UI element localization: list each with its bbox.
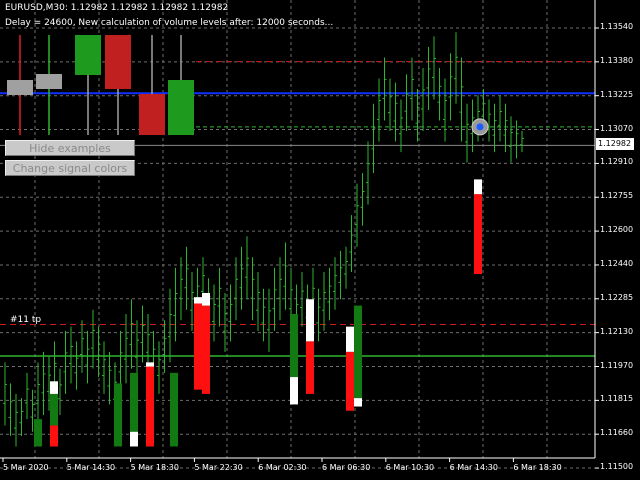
neutral-signal-segment [130,431,138,447]
sell-signal-segment [474,194,482,275]
neutral-signal-segment [202,292,210,306]
neutral-signal-segment [346,326,354,352]
example-candle-body [105,35,131,89]
current-price-label: 1.12982 [596,138,634,150]
buy-signal-segment [170,372,178,447]
price-chart[interactable] [0,0,640,480]
neutral-signal-segment [354,398,362,407]
price-axis-label: 1.12910 [600,157,634,167]
delay-header: Delay = 24600, New calculation of volume… [5,18,334,28]
time-axis-label: 6 Mar 18:30 [513,463,562,472]
price-axis-label: 1.13070 [600,123,634,133]
change-signal-colors-button[interactable]: Change signal colors [5,160,135,176]
trade-tp-label: #11 tp [10,315,42,325]
neutral-signal-segment [194,297,202,304]
example-candle-body [139,94,165,135]
example-candle-body [75,35,101,75]
trade-marker-dot [476,123,484,131]
price-axis-label: 1.13225 [600,89,634,99]
hide-examples-button[interactable]: Hide examples [5,140,135,156]
price-axis-label: 1.12440 [600,258,634,268]
price-axis-label: 1.12285 [600,292,634,302]
time-axis-label: 5 Mar 14:30 [66,463,116,472]
neutral-signal-segment [290,377,298,405]
example-candle-body [7,80,33,95]
sell-signal-segment [146,366,154,447]
price-axis-label: 1.12130 [600,326,634,336]
price-axis-label: 1.11660 [600,428,634,438]
sell-signal-segment [194,303,202,390]
price-axis-label: 1.13540 [600,22,634,31]
price-axis-label: 1.11970 [600,360,634,370]
time-axis-label: 5 Mar 22:30 [194,463,243,472]
price-axis-label: 1.12600 [600,225,634,235]
neutral-signal-segment [146,362,154,367]
trade-marker [471,118,489,136]
neutral-signal-segment [50,381,58,394]
example-candle-body [36,74,62,89]
sell-signal-segment [346,351,354,411]
symbol-header: EURUSD,M30: 1.12982 1.12982 1.12982 1.12… [5,3,229,13]
time-axis-label: 6 Mar 10:30 [385,463,435,472]
example-candle-body [168,80,194,135]
buy-signal-segment [50,393,58,426]
price-axis-label: 1.13380 [600,55,634,65]
buy-signal-segment [354,305,362,399]
neutral-signal-segment [306,299,314,342]
time-axis-label: 5 Mar 18:30 [130,463,179,472]
price-axis-label: 1.11500 [600,462,634,472]
time-axis-label: 6 Mar 06:30 [322,463,371,472]
sell-signal-segment [50,425,58,447]
price-axis-label: 1.12755 [600,191,634,201]
time-axis-label: 6 Mar 02:30 [258,463,307,472]
buy-signal-segment [290,314,298,378]
time-axis-label: 6 Mar 14:30 [449,463,498,472]
price-axis-label: 1.11815 [600,394,634,404]
sell-signal-segment [306,341,314,394]
sell-signal-segment [202,305,210,394]
buy-signal-segment [130,372,138,432]
time-axis-label: 5 Mar 2020 [3,463,49,472]
buy-signal-segment [114,383,122,447]
buy-signal-segment [34,419,42,447]
price-bars [3,32,524,447]
neutral-signal-segment [474,179,482,195]
